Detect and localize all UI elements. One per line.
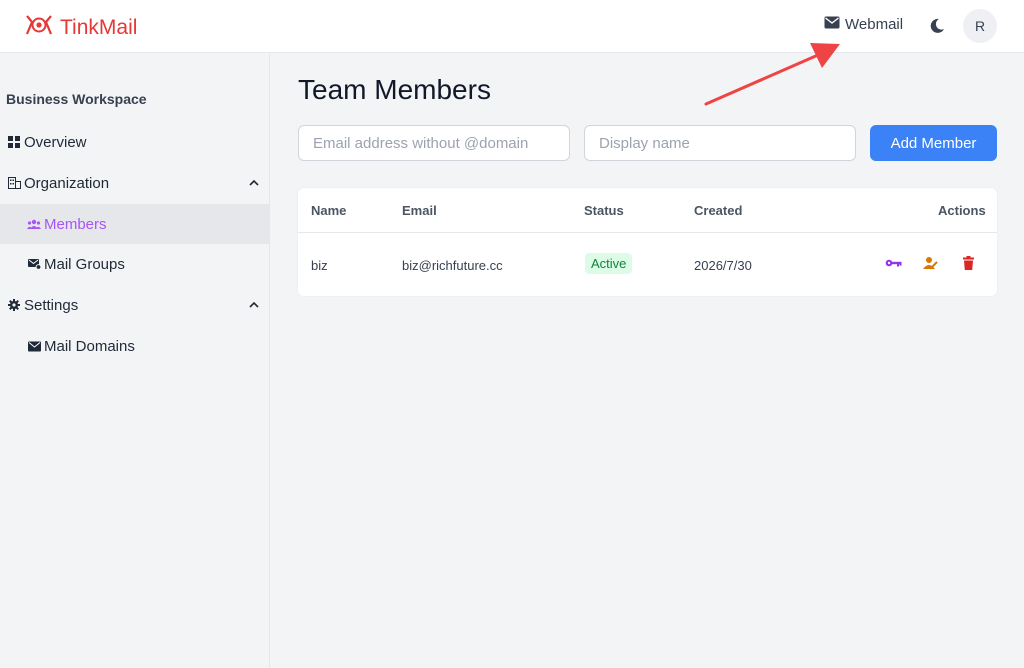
divider xyxy=(298,232,997,233)
sidebar-item-members[interactable]: Members xyxy=(0,204,270,244)
header-status[interactable]: Status xyxy=(584,203,624,218)
cell-name: biz xyxy=(311,258,328,273)
key-icon[interactable] xyxy=(884,254,902,272)
status-badge: Active xyxy=(585,253,633,274)
cell-created: 2026/7/30 xyxy=(694,258,752,273)
sidebar-item-mail-groups[interactable]: Mail Groups xyxy=(0,244,270,284)
sidebar-item-label: Overview xyxy=(24,133,87,151)
sidebar-item-label: Settings xyxy=(24,296,79,314)
chevron-up-icon[interactable] xyxy=(248,176,260,188)
trash-icon[interactable] xyxy=(959,254,977,272)
sidebar: Business Workspace Overview Organization… xyxy=(0,54,270,668)
page-title: Team Members xyxy=(298,74,491,105)
header-email[interactable]: Email xyxy=(402,203,437,218)
header-created[interactable]: Created xyxy=(694,203,742,218)
user-edit-icon[interactable] xyxy=(921,254,939,272)
sidebar-item-mail-domains[interactable]: Mail Domains xyxy=(0,326,270,366)
sidebar-item-label: Organization xyxy=(24,174,110,192)
email-input[interactable] xyxy=(298,125,570,161)
sidebar-item-settings[interactable]: Settings xyxy=(0,285,270,325)
webmail-link[interactable]: Webmail xyxy=(824,16,903,33)
cell-email: biz@richfuture.cc xyxy=(402,258,503,273)
gear-icon xyxy=(7,298,21,312)
sidebar-item-label: Members xyxy=(44,215,107,233)
webmail-label: Webmail xyxy=(845,16,904,33)
app-name: TinkMail xyxy=(60,15,138,39)
top-bar: TinkMail Webmail R xyxy=(0,0,1024,53)
brand[interactable]: TinkMail xyxy=(24,13,137,42)
users-icon xyxy=(27,217,41,231)
mail-group-icon xyxy=(27,257,41,271)
sidebar-item-overview[interactable]: Overview xyxy=(0,122,270,162)
moon-icon[interactable] xyxy=(928,17,946,35)
header-actions: Actions xyxy=(938,203,986,218)
workspace-title: Business Workspace xyxy=(6,91,147,107)
mail-domain-icon xyxy=(27,339,41,353)
chevron-up-icon[interactable] xyxy=(248,298,260,310)
header-name[interactable]: Name xyxy=(311,203,346,218)
avatar[interactable]: R xyxy=(963,9,997,43)
grid-icon xyxy=(7,135,21,149)
display-name-input[interactable] xyxy=(584,125,856,161)
avatar-initial: R xyxy=(974,18,986,34)
add-member-button[interactable]: Add Member xyxy=(870,125,997,161)
sidebar-item-organization[interactable]: Organization xyxy=(0,163,270,203)
logo-icon xyxy=(24,13,54,42)
building-icon xyxy=(7,176,21,190)
mail-icon xyxy=(824,16,840,33)
sidebar-item-label: Mail Groups xyxy=(44,255,125,273)
sidebar-item-label: Mail Domains xyxy=(44,337,135,355)
members-table: Name Email Status Created Actions biz bi… xyxy=(298,188,997,296)
